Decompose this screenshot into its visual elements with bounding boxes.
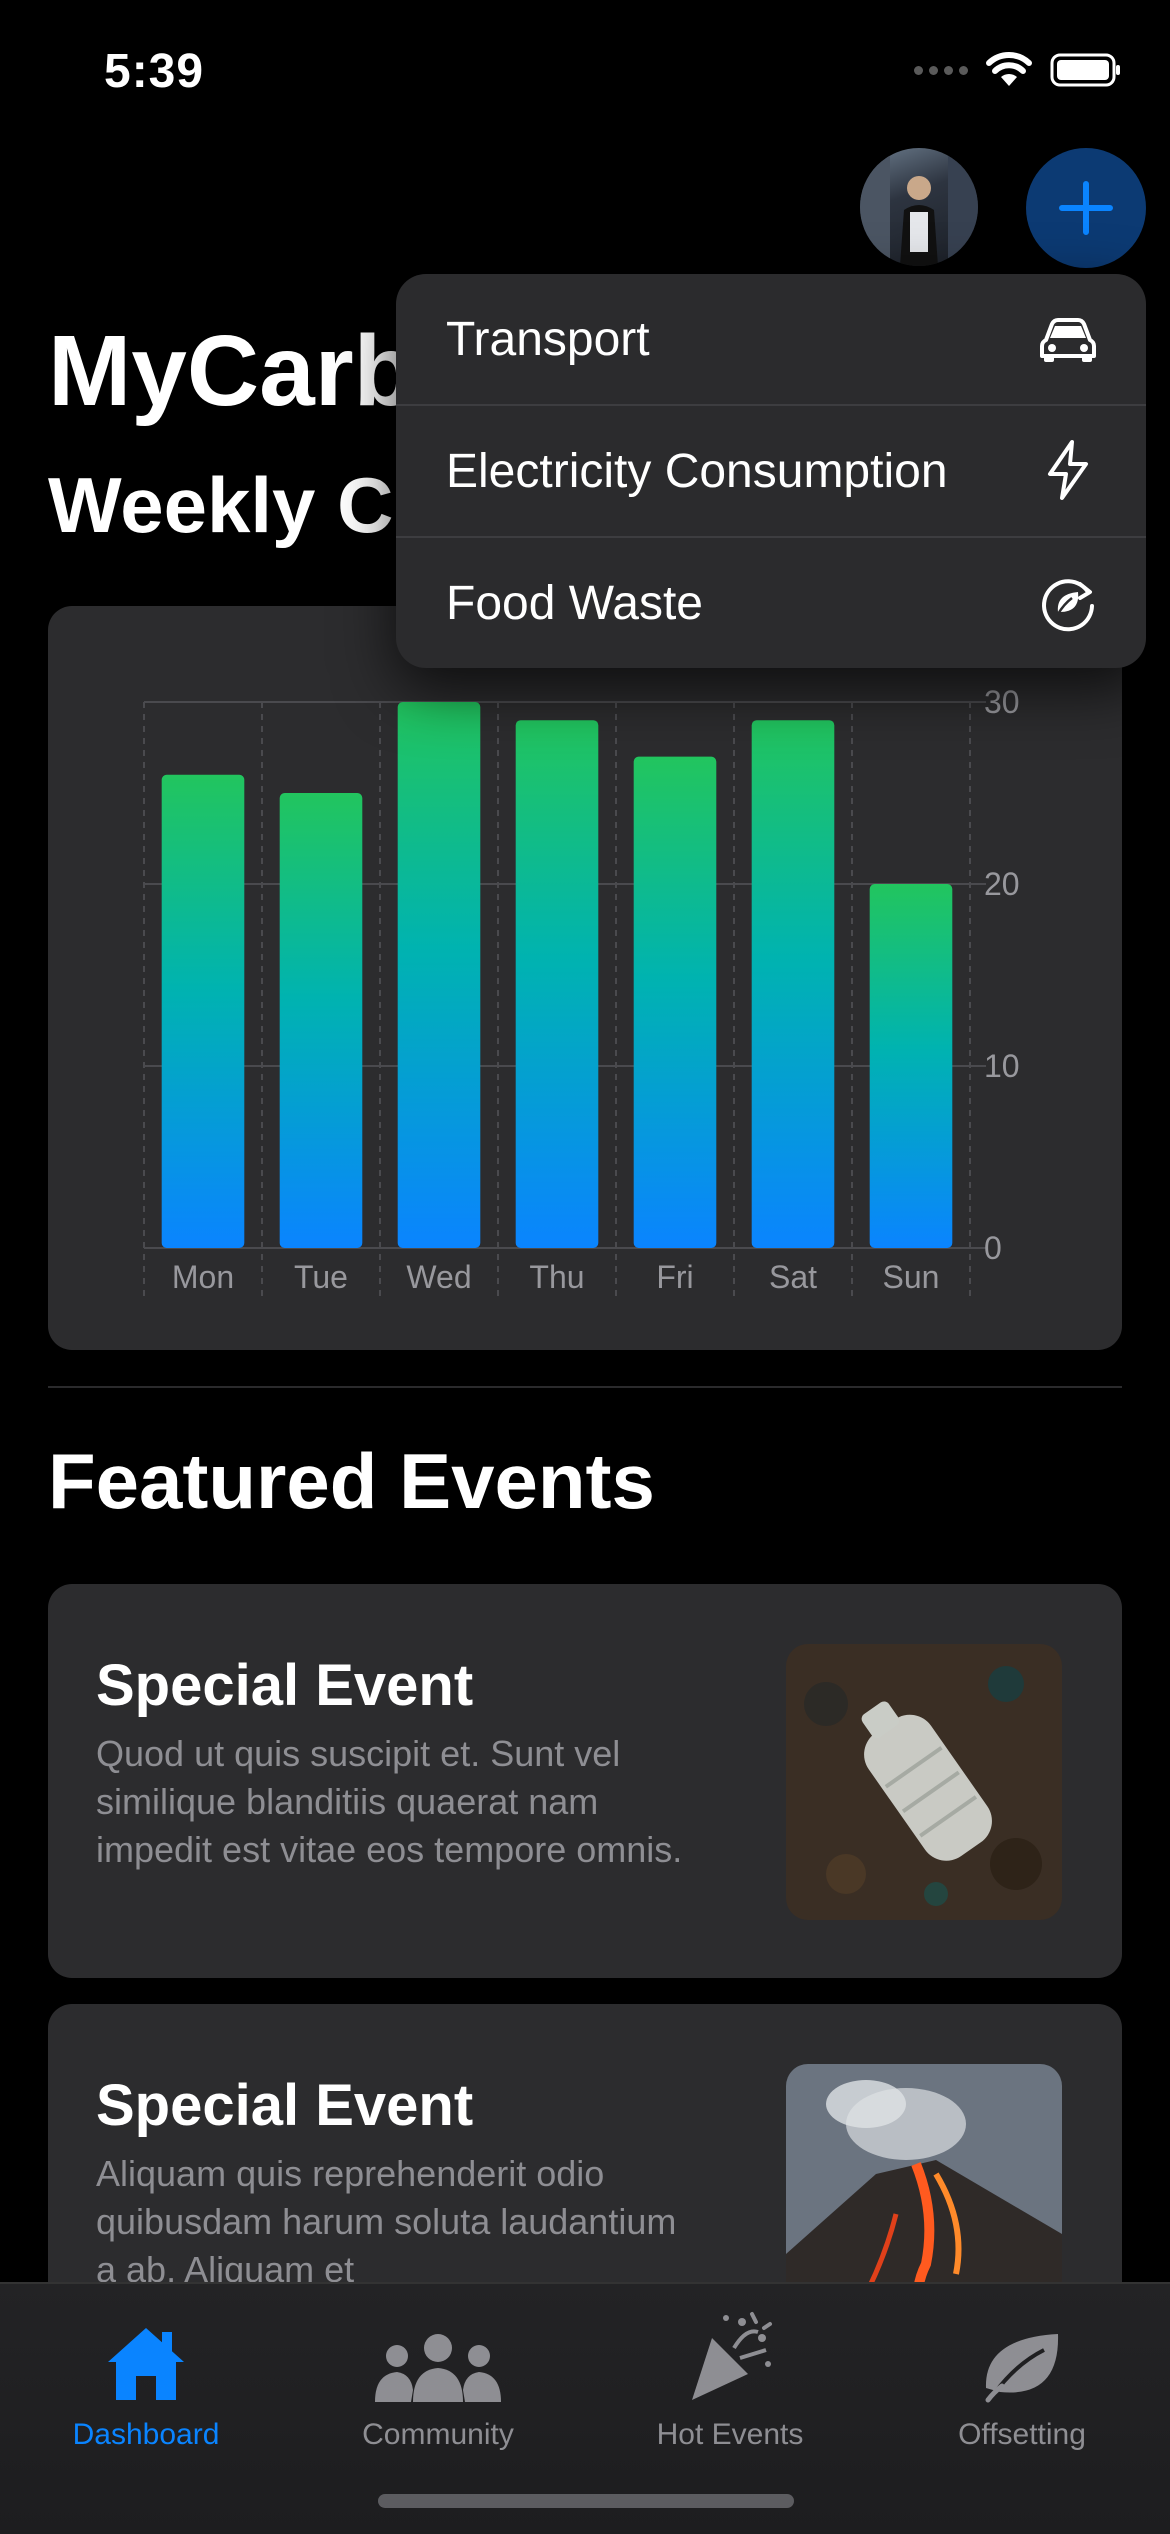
plastic-bottle-photo-icon	[786, 1644, 1062, 1920]
app-title: MyCarb	[48, 315, 415, 427]
tab-offsetting[interactable]: Offsetting	[892, 2304, 1152, 2452]
wifi-icon	[986, 52, 1032, 86]
event-card[interactable]: Special Event Quod ut quis suscipit et. …	[48, 1584, 1122, 1978]
person-photo-icon	[860, 148, 978, 266]
y-tick-label: 30	[984, 684, 1020, 720]
leaf-icon	[985, 2334, 1059, 2403]
bar-sun	[869, 884, 953, 1248]
featured-events-title: Featured Events	[48, 1437, 655, 1525]
chart-heading: Weekly C	[48, 461, 394, 549]
tab-dashboard[interactable]: Dashboard	[16, 2304, 276, 2452]
add-button[interactable]	[1026, 148, 1146, 268]
event-description: Aliquam quis reprehenderit odio quibusda…	[96, 2153, 677, 2290]
people-icon	[375, 2334, 501, 2402]
status-icons	[914, 52, 1122, 88]
x-tick-label: Sun	[883, 1259, 940, 1295]
event-title: Special Event	[96, 1653, 474, 1718]
x-tick-label: Tue	[294, 1259, 348, 1295]
add-entry-menu: Transport Electricity Consumption Food W…	[396, 274, 1146, 668]
tab-label: Dashboard	[72, 2418, 220, 2451]
status-time: 5:39	[104, 45, 205, 98]
menu-item-food-waste[interactable]: Food Waste	[396, 538, 1146, 668]
event-image-plastic-bottle	[786, 1644, 1062, 1920]
x-tick-label: Wed	[406, 1259, 471, 1295]
home-indicator	[378, 2494, 794, 2508]
party-popper-icon	[692, 2312, 772, 2400]
y-tick-label: 0	[984, 1230, 1002, 1266]
bar-mon	[161, 774, 245, 1248]
weekly-bar-chart: Mon Tue Wed Thu Fri Sat Sun 0 10 20 30	[143, 684, 1020, 1298]
menu-item-label: Electricity Consumption	[446, 444, 948, 498]
bar-wed	[397, 702, 481, 1248]
weekly-chart-card: Mon Tue Wed Thu Fri Sat Sun 0 10 20 30	[48, 606, 1122, 1350]
menu-item-label: Transport	[446, 312, 650, 366]
event-description: Quod ut quis suscipit et. Sunt vel simil…	[96, 1733, 683, 1870]
menu-item-label: Food Waste	[446, 576, 703, 630]
y-tick-label: 20	[984, 866, 1020, 902]
bolt-icon	[1048, 440, 1088, 500]
tab-community[interactable]: Community	[308, 2304, 568, 2452]
cellular-signal-icon	[914, 65, 968, 75]
x-tick-label: Mon	[172, 1259, 234, 1295]
bar-tue	[279, 793, 363, 1248]
battery-icon	[1050, 53, 1120, 87]
event-title: Special Event	[96, 2073, 474, 2138]
tab-label: Community	[362, 2418, 514, 2451]
tab-hot-events[interactable]: Hot Events	[600, 2304, 860, 2452]
section-divider	[48, 1386, 1122, 1388]
car-icon	[1040, 318, 1096, 362]
profile-avatar[interactable]	[860, 148, 978, 266]
bar-sat	[751, 720, 835, 1248]
tab-label: Offsetting	[958, 2418, 1086, 2451]
x-tick-label: Fri	[656, 1259, 693, 1295]
recycle-leaf-icon	[1042, 579, 1094, 632]
x-tick-label: Sat	[769, 1259, 817, 1295]
bar-fri	[633, 756, 717, 1248]
plus-icon	[1059, 181, 1113, 235]
house-icon	[108, 2328, 184, 2400]
tab-label: Hot Events	[656, 2418, 804, 2451]
y-tick-label: 10	[984, 1048, 1020, 1084]
x-tick-label: Thu	[529, 1259, 584, 1295]
menu-item-electricity[interactable]: Electricity Consumption	[396, 406, 1146, 536]
menu-item-transport[interactable]: Transport	[396, 274, 1146, 404]
bar-thu	[515, 720, 599, 1248]
